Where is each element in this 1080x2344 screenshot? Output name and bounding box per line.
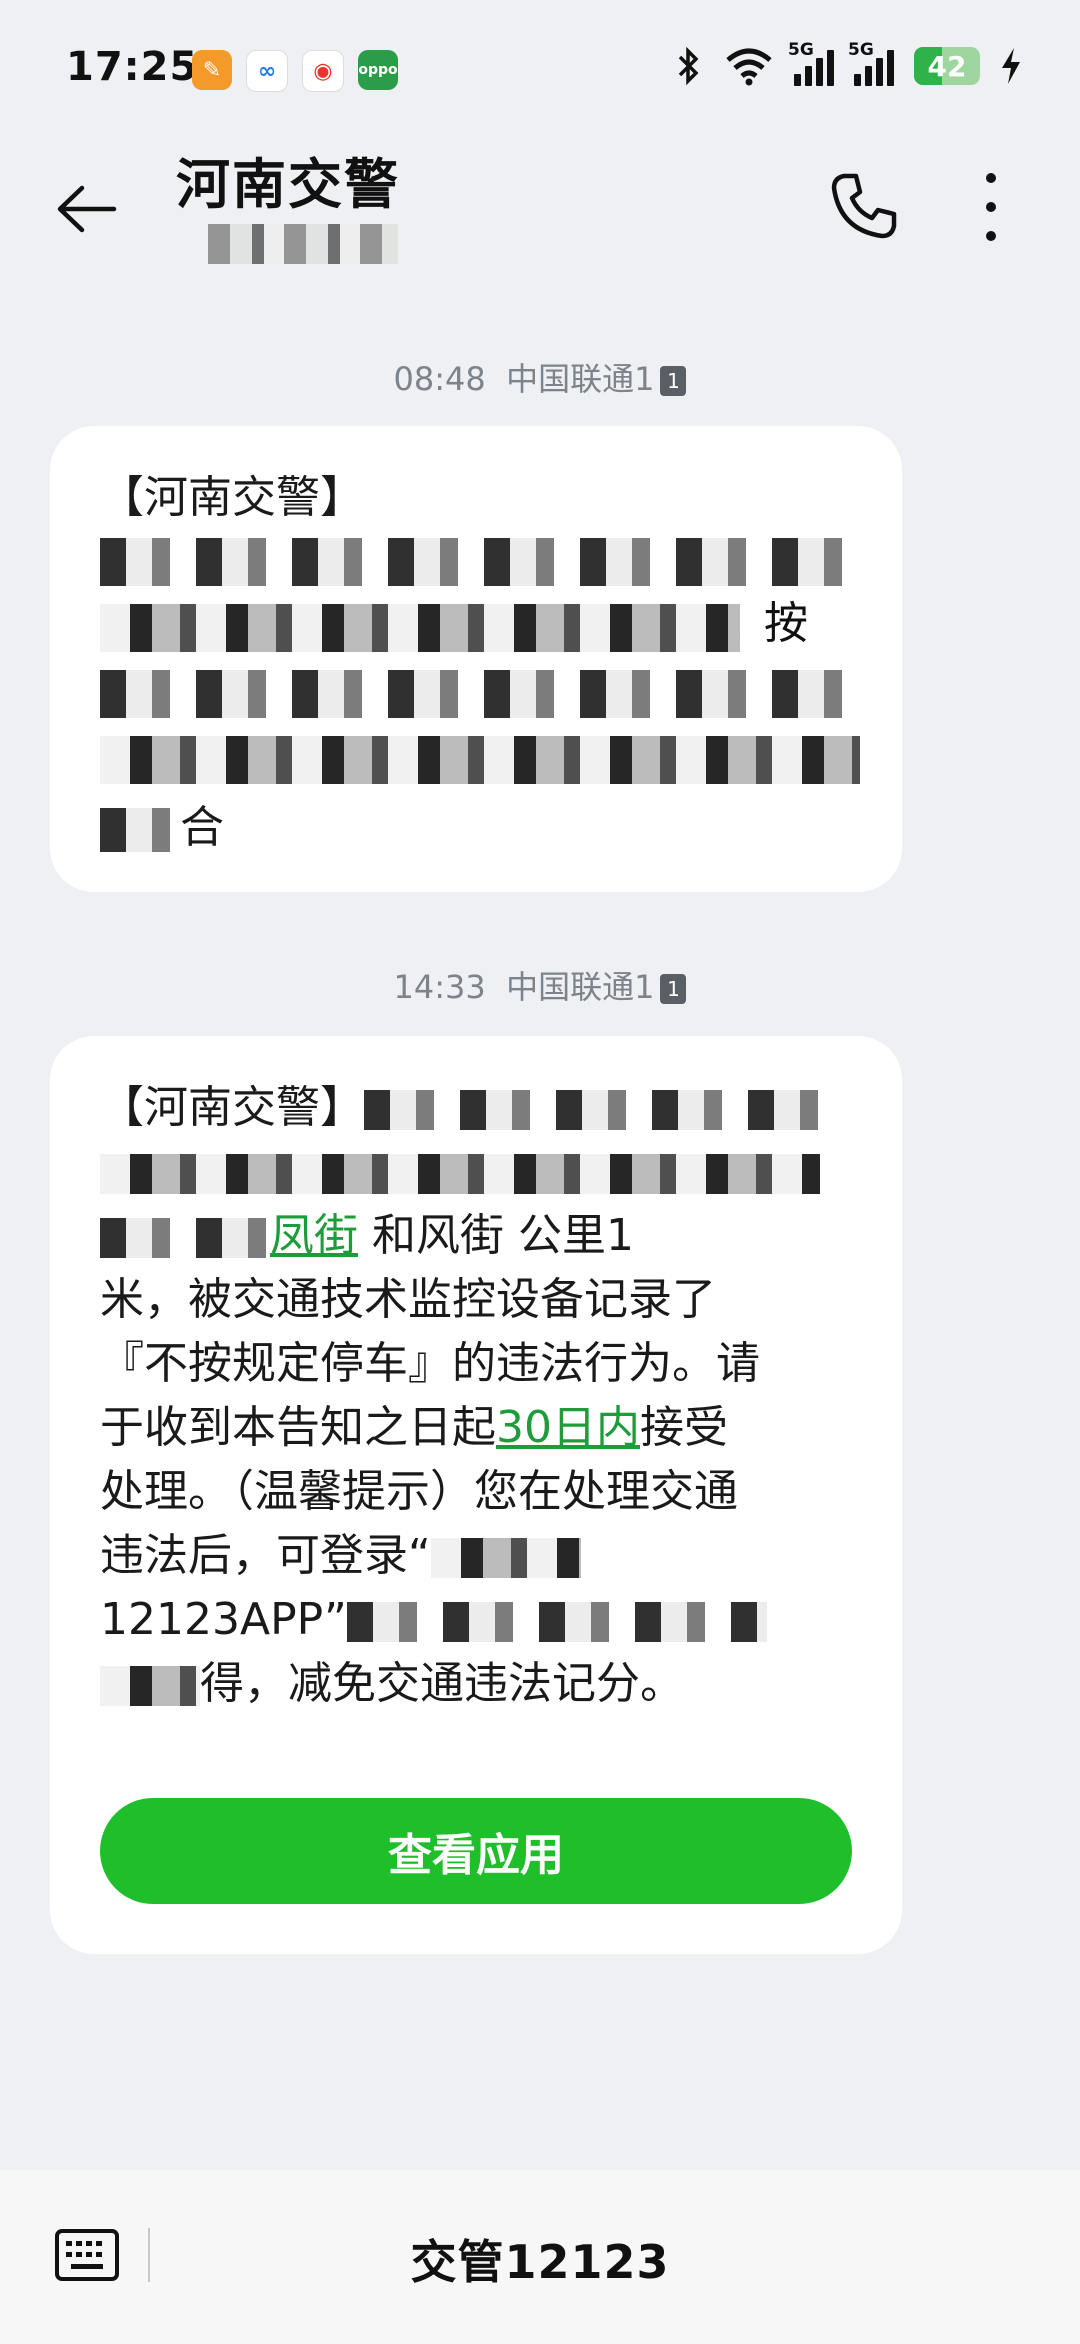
- message-line: 处理。（温馨提示）您在处理交通: [100, 1466, 738, 1517]
- redacted-region: [100, 808, 180, 852]
- message-line: 米，被交通技术监控设备记录了: [100, 1274, 716, 1325]
- app-icon-orange: ✎: [192, 50, 232, 90]
- deadline-link[interactable]: 30日内: [496, 1402, 640, 1453]
- location-link[interactable]: 凤街: [270, 1210, 358, 1261]
- notification-app-icons: ✎ ∞ ◉ oppo: [192, 50, 398, 92]
- message-timestamp: 08:48 中国联通1 1: [0, 354, 1080, 400]
- redacted-region: [100, 604, 740, 652]
- redacted-region: [100, 670, 860, 718]
- redacted-region: [430, 1538, 581, 1578]
- redacted-region: [100, 1218, 270, 1258]
- message-bubble[interactable]: 【河南交警】 按 合: [50, 426, 902, 892]
- message-line: 得，减免交通违法记分。: [100, 1652, 852, 1716]
- message-line: 【河南交警】: [100, 1076, 852, 1140]
- message-line: [100, 1140, 852, 1204]
- redacted-region: [346, 1602, 767, 1642]
- conversation-header: 河南交警: [0, 140, 1080, 300]
- redacted-region: [100, 538, 860, 586]
- message-line: 于收到本告知之日起30日内接受: [100, 1402, 728, 1453]
- contact-title[interactable]: 河南交警: [176, 140, 400, 219]
- weibo-icon: ◉: [302, 50, 344, 92]
- status-bar: 17:25 ✎ ∞ ◉ oppo 5G 5G 42: [0, 0, 1080, 140]
- system-icons: 5G 5G 42: [674, 40, 1022, 86]
- contact-number-redacted: [208, 224, 398, 264]
- battery-indicator: 42: [914, 47, 980, 85]
- message-text: 【河南交警】: [100, 472, 364, 523]
- wifi-icon: [726, 48, 772, 86]
- view-app-button[interactable]: 查看应用: [100, 1798, 852, 1904]
- redacted-region: [100, 1154, 820, 1194]
- service-menu-label[interactable]: 交管12123: [0, 2226, 1080, 2292]
- battery-level: 42: [927, 49, 967, 83]
- status-time: 17:25: [66, 44, 199, 90]
- signal-sim1: 5G: [788, 40, 834, 86]
- app-icon-blue: ∞: [246, 50, 288, 92]
- message-text: 【河南交警】 凤街 和风街 公里1 米，被交通技术监控设备记录了 『不按规定停车…: [100, 1076, 852, 1716]
- redacted-region: [364, 1090, 824, 1130]
- charging-icon: [1002, 48, 1020, 84]
- bluetooth-icon: [678, 46, 699, 86]
- message-line: 『不按规定停车』的违法行为。请: [100, 1338, 760, 1389]
- signal-sim2: 5G: [848, 40, 894, 86]
- message-timestamp: 14:33 中国联通1 1: [0, 962, 1080, 1008]
- bottom-bar: 交管12123: [0, 2170, 1080, 2344]
- message-line: 凤街 和风街 公里1: [100, 1204, 852, 1268]
- more-icon[interactable]: [976, 170, 1006, 244]
- oppo-icon: oppo: [358, 50, 398, 90]
- back-arrow-icon[interactable]: [52, 174, 122, 244]
- phone-icon[interactable]: [826, 168, 902, 244]
- message-line: 违法后，可登录“: [100, 1524, 852, 1588]
- message-line: 12123APP”: [100, 1588, 852, 1652]
- sim-icon: 1: [660, 366, 687, 396]
- redacted-region: [100, 1666, 200, 1706]
- sim-icon: 1: [660, 974, 687, 1004]
- redacted-region: [100, 736, 860, 784]
- message-bubble[interactable]: 【河南交警】 凤街 和风街 公里1 米，被交通技术监控设备记录了 『不按规定停车…: [50, 1036, 902, 1954]
